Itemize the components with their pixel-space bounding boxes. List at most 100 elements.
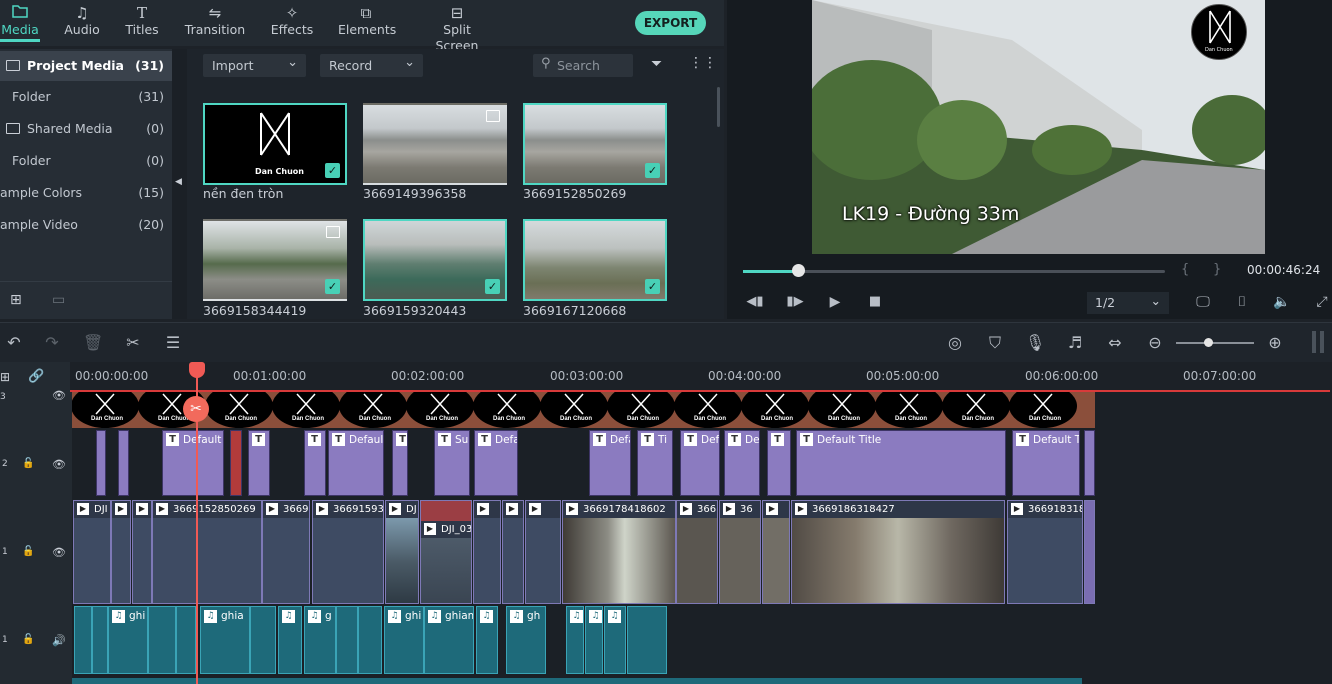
record-dropdown[interactable]: Record: [320, 51, 423, 77]
mark-in-icon[interactable]: {: [1181, 262, 1189, 277]
prev-frame-icon[interactable]: ◀▮: [745, 292, 765, 312]
title-clip[interactable]: T Def: [680, 430, 720, 496]
collapse-arrow-icon[interactable]: ◀: [175, 177, 182, 187]
scrollbar[interactable]: [717, 87, 720, 127]
tab-elements[interactable]: ⧉ Elements: [338, 0, 396, 46]
next-frame-icon[interactable]: ▮▶: [785, 292, 805, 312]
audio-clip[interactable]: ♫ ghi: [384, 606, 424, 674]
library-item-shared-media[interactable]: Shared Media (0): [0, 114, 172, 144]
library-item-folder[interactable]: Folder (31): [0, 82, 172, 112]
mark-out-icon[interactable]: }: [1213, 262, 1221, 277]
title-clip[interactable]: [118, 430, 129, 496]
media-thumb[interactable]: Dan Chuon ✓: [203, 103, 347, 185]
marker-icon[interactable]: ⛉: [985, 333, 1005, 353]
title-clip[interactable]: TDefa: [474, 430, 518, 496]
title-clip[interactable]: [230, 430, 242, 496]
audio-clip[interactable]: [250, 606, 276, 674]
playhead-handle[interactable]: [189, 362, 205, 378]
video-clip[interactable]: ▶ 366: [676, 500, 718, 604]
library-item-folder[interactable]: Folder (0): [0, 146, 172, 176]
lock-icon[interactable]: 🔓: [22, 546, 34, 557]
audio-clip[interactable]: ♫: [585, 606, 603, 674]
video-clip[interactable]: ▶ 366918318: [1007, 500, 1083, 604]
media-thumb[interactable]: ✓: [363, 219, 507, 301]
library-item-project-media[interactable]: Project Media (31): [0, 51, 172, 81]
link-icon[interactable]: 🔗: [28, 369, 44, 384]
audio-clip[interactable]: [74, 606, 92, 674]
title-clip[interactable]: [1084, 430, 1095, 496]
audio-clip[interactable]: [148, 606, 176, 674]
title-clip[interactable]: [96, 430, 106, 496]
filter-icon[interactable]: ⏷: [651, 56, 662, 72]
video-clip[interactable]: ▶ 3669152850269: [152, 500, 262, 604]
export-button[interactable]: EXPORT: [635, 11, 706, 35]
grid-view-icon[interactable]: ⋮⋮: [689, 55, 717, 71]
video-clip[interactable]: ▶ 3669: [262, 500, 310, 604]
lock-icon[interactable]: 🔓: [22, 458, 34, 469]
video-clip[interactable]: ▶: [132, 500, 152, 604]
library-item-sample-video[interactable]: ample Video (20): [0, 210, 172, 240]
video-clip[interactable]: ▶ DJI_03: [420, 500, 472, 604]
lock-icon[interactable]: 🔓: [22, 634, 34, 645]
title-clip[interactable]: T Default Title: [796, 430, 1006, 496]
split-scissors-icon[interactable]: ✂: [183, 396, 209, 422]
video-clip[interactable]: ▶ 36691593: [312, 500, 384, 604]
title-clip[interactable]: T De: [724, 430, 760, 496]
audio-clip[interactable]: [358, 606, 382, 674]
audio-clip[interactable]: ♫ ghia: [200, 606, 250, 674]
audio-clip[interactable]: ♫ghiam: [424, 606, 474, 674]
video-clip[interactable]: ▶: [525, 500, 561, 604]
video-clip[interactable]: ▶: [502, 500, 524, 604]
audio-clip[interactable]: ♫: [476, 606, 498, 674]
media-thumb[interactable]: ✓: [523, 103, 667, 185]
title-clip[interactable]: T: [248, 430, 270, 496]
audio-clip[interactable]: ♫ g: [304, 606, 336, 674]
adjust-icon[interactable]: ☰: [163, 333, 183, 353]
audio-clip[interactable]: [92, 606, 108, 674]
music-track[interactable]: [72, 678, 1082, 684]
video-clip[interactable]: ▶ DJI: [73, 500, 111, 604]
video-clip[interactable]: ▶: [762, 500, 790, 604]
preview-quality-select[interactable]: 1/2 ⌄: [1087, 292, 1169, 314]
panel-toggle-icon[interactable]: [1312, 331, 1324, 353]
title-clip[interactable]: T Ti: [637, 430, 673, 496]
delete-icon[interactable]: 🗑: [83, 333, 103, 353]
video-clip[interactable]: [1084, 500, 1095, 604]
video-clip[interactable]: ▶ 3669186318427: [791, 500, 1005, 604]
zoom-in-icon[interactable]: ⊕: [1265, 333, 1285, 353]
title-clip[interactable]: TDefa: [589, 430, 631, 496]
snapshot-icon[interactable]: ⌷: [1232, 292, 1252, 312]
audio-clip[interactable]: [336, 606, 358, 674]
audio-clip[interactable]: ♫: [566, 606, 584, 674]
title-clip[interactable]: T: [304, 430, 326, 496]
tab-titles[interactable]: T Titles: [122, 0, 162, 46]
title-clip[interactable]: T: [392, 430, 408, 496]
add-track-icon[interactable]: ⊞: [0, 370, 10, 384]
library-item-sample-colors[interactable]: ample Colors (15): [0, 178, 172, 208]
audio-clip[interactable]: [627, 606, 667, 674]
tab-effects[interactable]: ✧ Effects: [268, 0, 316, 46]
eye-icon[interactable]: 👁: [52, 546, 66, 559]
redo-icon[interactable]: ↷: [42, 333, 62, 353]
video-clip[interactable]: ▶ DJ: [385, 500, 419, 604]
speaker-icon[interactable]: 🔊: [52, 634, 66, 647]
new-folder-icon[interactable]: ⊞: [10, 292, 22, 308]
display-icon[interactable]: 🖵: [1193, 292, 1213, 312]
tab-audio[interactable]: ♫ Audio: [61, 0, 103, 46]
play-icon[interactable]: ▶: [825, 292, 845, 312]
title-clip[interactable]: T Default Ti: [1012, 430, 1080, 496]
microphone-icon[interactable]: 🎙: [1025, 333, 1045, 353]
audio-clip[interactable]: ♫: [604, 606, 626, 674]
title-clip[interactable]: T: [767, 430, 791, 496]
tab-media[interactable]: Media: [0, 0, 40, 46]
audio-clip[interactable]: ♫ ghi: [108, 606, 148, 674]
volume-icon[interactable]: 🔈: [1272, 292, 1292, 312]
zoom-slider[interactable]: [1176, 342, 1254, 344]
media-thumb[interactable]: ✓: [203, 219, 347, 301]
audio-clip[interactable]: [176, 606, 196, 674]
audio-clip[interactable]: ♫: [278, 606, 302, 674]
stop-icon[interactable]: ■: [865, 292, 885, 312]
video-clip[interactable]: ▶: [473, 500, 501, 604]
seek-handle[interactable]: [791, 264, 805, 277]
eye-icon[interactable]: 👁: [52, 389, 66, 402]
